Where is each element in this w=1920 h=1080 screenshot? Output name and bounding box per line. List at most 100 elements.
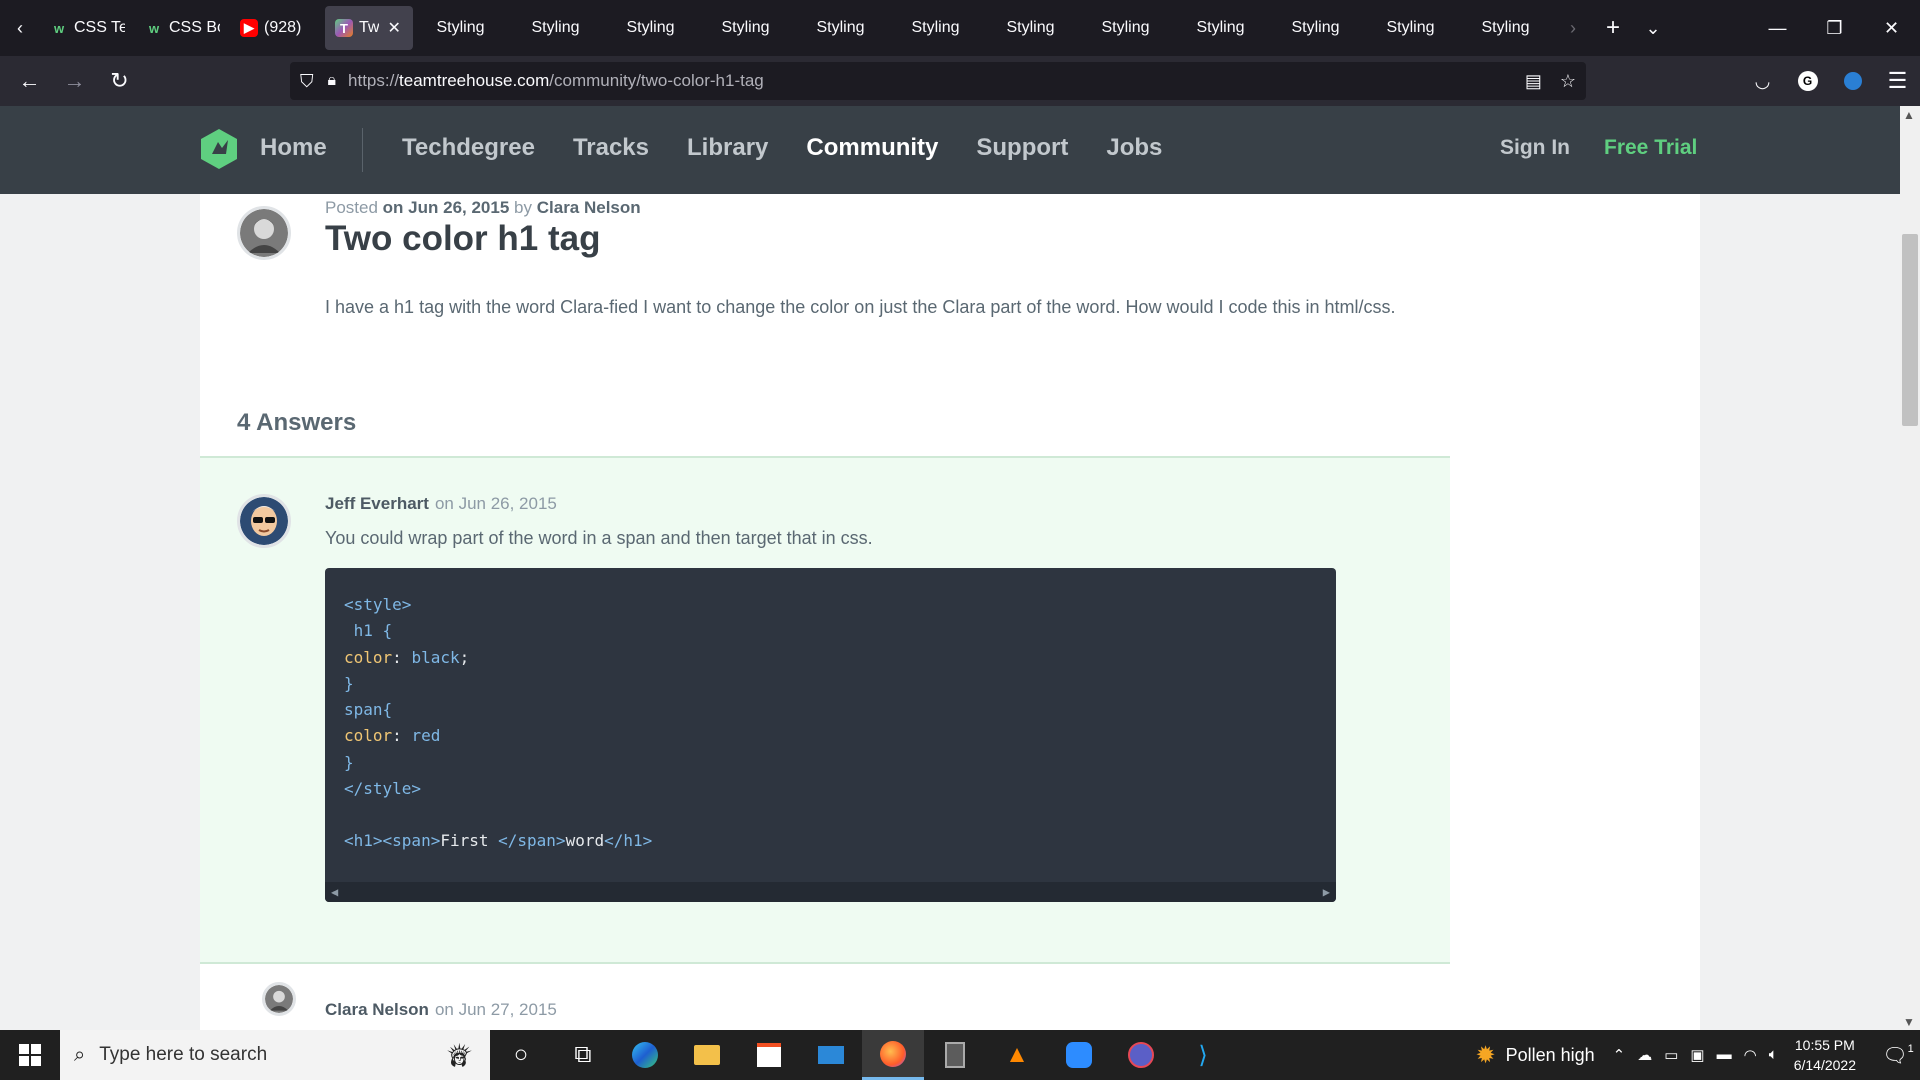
scroll-right-icon[interactable]: ▶ <box>1323 879 1330 902</box>
bookmark-star-icon[interactable]: ☆ <box>1560 71 1576 92</box>
nav-home-link[interactable]: Home <box>260 134 327 162</box>
user-portrait-icon <box>265 985 293 1013</box>
list-all-tabs-icon[interactable]: ⌄ <box>1633 0 1673 56</box>
tab-title: Styling <box>721 19 770 36</box>
code-horizontal-scrollbar[interactable]: ◀ ▶ <box>325 882 1336 902</box>
pocket-icon[interactable]: ◡ <box>1740 61 1785 101</box>
restore-icon[interactable]: ❐ <box>1806 0 1863 56</box>
meet-now-icon[interactable]: ▭ <box>1664 1046 1678 1064</box>
tab-scroll-right-icon[interactable]: › <box>1553 0 1593 56</box>
cortana-icon[interactable]: ○ <box>490 1030 552 1080</box>
display-icon[interactable]: ▣ <box>1690 1046 1704 1064</box>
avatar[interactable] <box>237 494 291 548</box>
weather-widget[interactable]: ✹ Pollen high <box>1475 1041 1594 1070</box>
nav-link-library[interactable]: Library <box>687 134 768 162</box>
answer-author-link[interactable]: Clara Nelson <box>325 1000 429 1019</box>
windows-start-icon[interactable] <box>0 1030 60 1080</box>
calculator-icon[interactable] <box>924 1030 986 1080</box>
browser-tab[interactable]: ▶ (928) <box>230 6 325 50</box>
back-icon[interactable]: ← <box>7 61 52 101</box>
edge-icon[interactable] <box>614 1030 676 1080</box>
user-portrait-icon <box>240 209 288 257</box>
browser-nav-bar: ← → ↻ ⛉ 🔒︎ https://teamtreehouse.com/com… <box>0 56 1920 106</box>
close-tab-icon[interactable]: ✕ <box>387 18 400 38</box>
nav-link-community[interactable]: Community <box>806 134 938 162</box>
tab-scroll-left-icon[interactable]: ‹ <box>0 0 40 56</box>
scroll-left-icon[interactable]: ◀ <box>331 879 338 902</box>
tab-title: Styling <box>911 19 960 36</box>
nav-link-support[interactable]: Support <box>976 134 1068 162</box>
account-icon[interactable]: G <box>1785 61 1830 101</box>
task-view-icon[interactable]: ⧉ <box>552 1030 614 1080</box>
system-tray: ✹ Pollen high ⌃ ☁ ▭ ▣ ▬ ◠ 🔈︎ 10:55 PM 6/… <box>1475 1030 1920 1080</box>
browser-tab[interactable]: Styling <box>1268 6 1363 50</box>
zoom-icon[interactable] <box>1048 1030 1110 1080</box>
search-icon: ⌕ <box>74 1043 86 1066</box>
nav-link-jobs[interactable]: Jobs <box>1106 134 1162 162</box>
code-block[interactable]: <style> h1 {color: black;} span{color: re… <box>325 568 1336 902</box>
new-tab-icon[interactable]: + <box>1593 0 1633 56</box>
sign-in-link[interactable]: Sign In <box>1500 136 1570 160</box>
tab-title: Styling <box>816 19 865 36</box>
browser-tab[interactable]: Styling <box>1363 6 1458 50</box>
code-token: color <box>344 647 393 667</box>
answer-author-link[interactable]: Jeff Everhart <box>325 494 429 513</box>
lock-icon[interactable]: 🔒︎ <box>328 72 337 90</box>
chat-app-icon[interactable] <box>1110 1030 1172 1080</box>
url-text[interactable]: https://teamtreehouse.com/community/two-… <box>348 71 764 91</box>
tab-title: Styling <box>531 19 580 36</box>
browser-tab[interactable]: Styling <box>793 6 888 50</box>
browser-tab[interactable]: Styling <box>698 6 793 50</box>
page-scrollbar[interactable]: ▲ ▼ <box>1900 106 1920 1031</box>
minimize-icon[interactable]: — <box>1749 0 1806 56</box>
taskbar-search-input[interactable]: ⌕ Type here to search 🗽︎ <box>60 1030 490 1080</box>
browser-tab[interactable]: Styling <box>1173 6 1268 50</box>
close-window-icon[interactable]: ✕ <box>1863 0 1920 56</box>
browser-tab[interactable]: Styling <box>983 6 1078 50</box>
browser-tab[interactable]: Styling <box>603 6 698 50</box>
browser-tab[interactable]: Styling <box>413 6 508 50</box>
post-author-link[interactable]: Clara Nelson <box>537 198 641 217</box>
vlc-icon[interactable]: ▲ <box>986 1030 1048 1080</box>
extension-globe-icon[interactable] <box>1830 61 1875 101</box>
url-bar[interactable]: ⛉ 🔒︎ https://teamtreehouse.com/community… <box>290 62 1586 100</box>
browser-tab[interactable]: w CSS Bo <box>135 6 230 50</box>
reader-view-icon[interactable]: ▤ <box>1525 71 1542 92</box>
browser-tab[interactable]: Styling <box>1078 6 1173 50</box>
reload-icon[interactable]: ↻ <box>97 61 142 101</box>
browser-tab[interactable]: Styling <box>508 6 603 50</box>
wifi-icon[interactable]: ◠ <box>1744 1046 1757 1064</box>
answer: Clara Nelson on Jun 27, 2015 <box>200 964 1450 1031</box>
file-explorer-icon[interactable] <box>676 1030 738 1080</box>
avatar[interactable] <box>237 206 291 260</box>
scroll-down-icon[interactable]: ▼ <box>1903 1015 1915 1029</box>
vscode-icon[interactable]: ⟩ <box>1172 1030 1234 1080</box>
firefox-icon[interactable] <box>862 1030 924 1080</box>
clock[interactable]: 10:55 PM 6/14/2022 <box>1794 1035 1856 1075</box>
nav-link-tracks[interactable]: Tracks <box>573 134 649 162</box>
volume-icon[interactable]: 🔈︎ <box>1769 1046 1778 1064</box>
code-token: black <box>411 647 460 667</box>
free-trial-link[interactable]: Free Trial <box>1604 136 1697 160</box>
notification-center-icon[interactable]: 🗨︎ 1 <box>1876 1043 1920 1068</box>
browser-tab[interactable]: Styling <box>888 6 983 50</box>
onedrive-icon[interactable]: ☁ <box>1637 1046 1652 1064</box>
browser-tab[interactable]: Styling <box>1458 6 1553 50</box>
battery-icon[interactable]: ▬ <box>1717 1046 1732 1064</box>
forward-icon[interactable]: → <box>52 61 97 101</box>
avatar[interactable] <box>262 982 296 1016</box>
browser-tab[interactable]: w CSS Te <box>40 6 135 50</box>
nav-link-techdegree[interactable]: Techdegree <box>402 134 535 162</box>
tracking-protection-icon[interactable]: ⛉ <box>300 71 314 92</box>
microsoft-store-icon[interactable] <box>738 1030 800 1080</box>
search-highlight-icon: 🗽︎ <box>442 1039 476 1070</box>
treehouse-logo-icon[interactable] <box>198 128 240 170</box>
code-token: <style> <box>344 595 412 614</box>
browser-tab[interactable]: T Tw ✕ <box>325 6 413 50</box>
scroll-up-icon[interactable]: ▲ <box>1903 108 1915 122</box>
show-hidden-icons-icon[interactable]: ⌃ <box>1613 1046 1626 1064</box>
scrollbar-thumb[interactable] <box>1902 234 1918 426</box>
mail-icon[interactable] <box>800 1030 862 1080</box>
menu-icon[interactable]: ☰ <box>1875 61 1920 101</box>
code-line: span{ <box>344 697 1317 723</box>
